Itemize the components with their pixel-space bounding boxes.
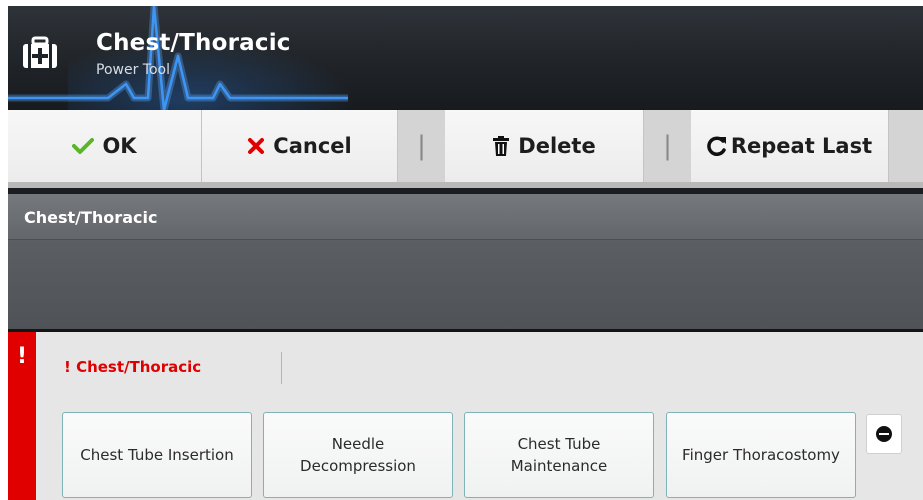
ecg-line-graphic [8,6,348,110]
repeat-icon [707,135,727,157]
remove-button[interactable] [866,414,902,454]
repeat-label: Repeat Last [730,134,873,158]
section-block: Chest/Thoracic [8,194,923,329]
chest-tube-maintenance-button[interactable]: Chest Tube Maintenance [464,412,654,498]
cancel-label: Cancel [273,134,352,158]
app-header: Chest/Thoracic Power Tool [8,6,923,110]
app-window: Chest/Thoracic Power Tool OK Cancel | De… [8,6,923,500]
panel-heading: ! Chest/Thoracic [64,358,202,376]
section-body [8,241,923,329]
toolbar-separator: | [398,110,445,182]
finger-thoracostomy-button[interactable]: Finger Thoracostomy [666,412,856,498]
procedure-panel: ! ! Chest/Thoracic Chest Tube Insertion … [8,329,923,500]
x-icon [247,137,265,155]
medical-kit-icon [22,36,58,70]
checkmark-icon [72,137,95,155]
minus-circle-icon [876,426,892,442]
section-title: Chest/Thoracic [24,208,158,227]
panel-divider [281,352,282,384]
ok-button[interactable]: OK [8,110,202,182]
cancel-button[interactable]: Cancel [202,110,398,182]
toolbar-filler [889,110,923,182]
needle-decompression-button[interactable]: Needle Decompression [263,412,453,498]
alert-icon: ! [17,344,28,369]
chest-tube-insertion-button[interactable]: Chest Tube Insertion [62,412,252,498]
trash-icon [492,136,510,156]
page-title: Chest/Thoracic [96,30,291,56]
section-header: Chest/Thoracic [8,194,923,240]
alert-bar: ! [8,332,36,500]
action-toolbar: OK Cancel | Delete | Repeat Last [8,110,923,188]
delete-button[interactable]: Delete [445,110,644,182]
toolbar-separator: | [644,110,691,182]
toolbar-strip [8,182,923,188]
delete-label: Delete [518,134,596,158]
repeat-last-button[interactable]: Repeat Last [691,110,889,182]
ok-label: OK [102,134,137,158]
page-subtitle: Power Tool [96,62,170,78]
